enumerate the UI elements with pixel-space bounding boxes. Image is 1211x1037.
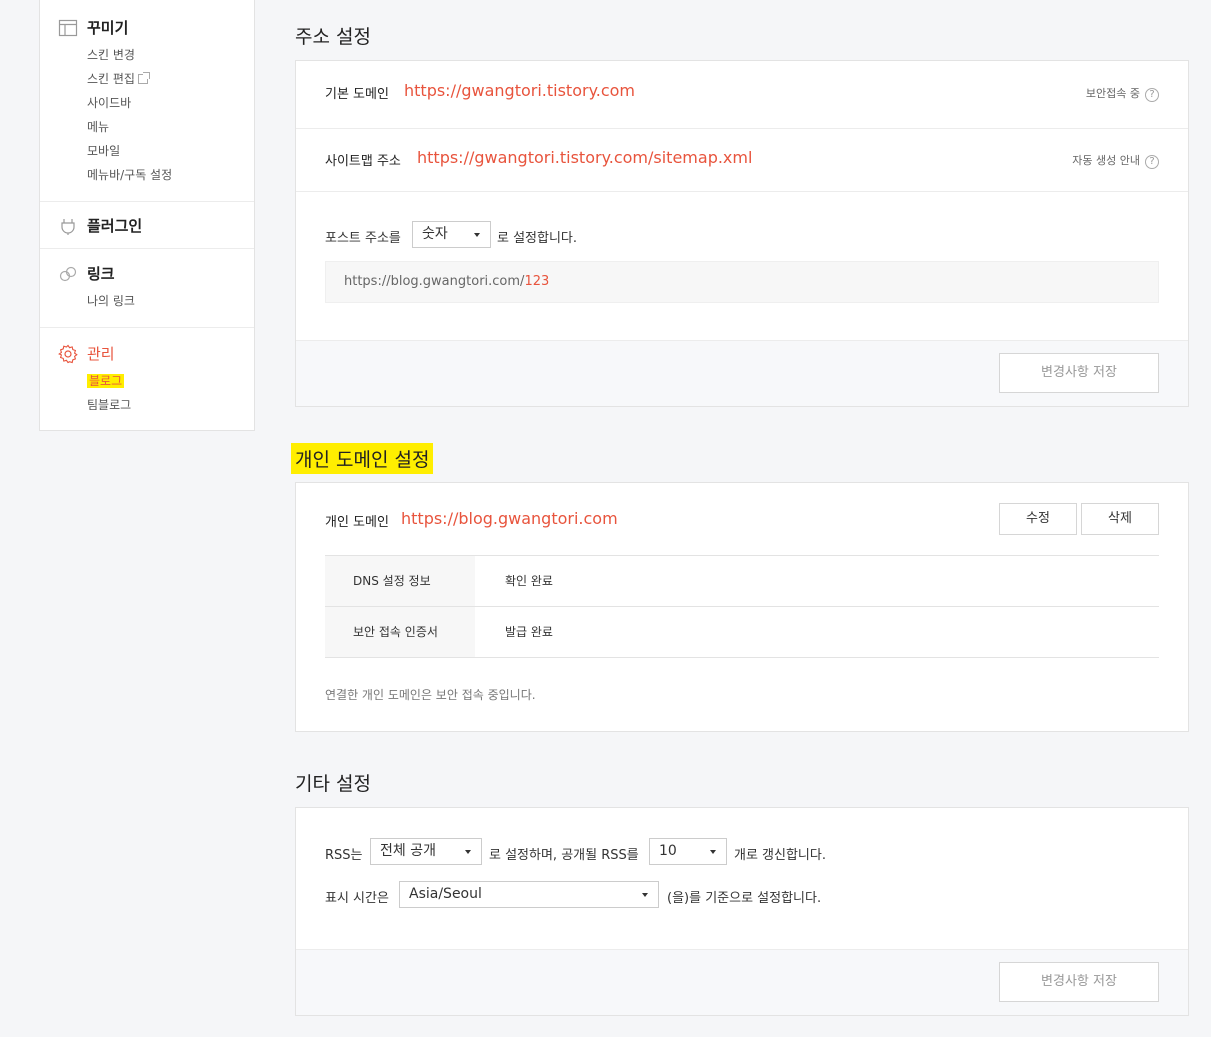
chevron-down-icon <box>474 233 480 237</box>
sidebar-item-menu[interactable]: 메뉴 <box>87 115 254 139</box>
sidebar-item-label: 스킨 편집 <box>87 72 135 86</box>
default-domain-url[interactable]: https://gwangtori.tistory.com <box>404 81 635 100</box>
chevron-down-icon <box>465 850 471 854</box>
sidebar-group-decorate: 꾸미기 스킨 변경 스킨 편집 사이드바 메뉴 모바일 메뉴바/구독 설정 <box>40 0 254 202</box>
etc-save-button[interactable]: 변경사항 저장 <box>999 962 1159 1002</box>
sidebar-item-blog[interactable]: 블로그 <box>87 369 254 393</box>
sitemap-label: 사이트맵 주소 <box>325 154 401 169</box>
rss-visibility-select[interactable]: 전체 공개 <box>370 838 482 865</box>
link-icon <box>59 266 77 282</box>
question-icon: ? <box>1145 88 1159 102</box>
etc-panel: RSS는 전체 공개 로 설정하며, 공개될 RSS를 10 개로 갱신합니다.… <box>295 807 1189 1016</box>
sidebar-item-label: 블로그 <box>87 374 125 388</box>
edit-button[interactable]: 수정 <box>999 503 1077 535</box>
custom-domain-panel: 개인 도메인 https://blog.gwangtori.com 수정 삭제 … <box>295 482 1189 732</box>
post-address-select-value: 숫자 <box>422 226 448 242</box>
sidebar-title-link[interactable]: 링크 <box>87 263 254 285</box>
table-row: 보안 접속 인증서 발급 완료 <box>325 607 1159 658</box>
sidebar-group-plugin: 플러그인 <box>40 202 254 249</box>
sidebar-title-plugin[interactable]: 플러그인 <box>87 215 254 237</box>
sidebar: 꾸미기 스킨 변경 스킨 편집 사이드바 메뉴 모바일 메뉴바/구독 설정 플러… <box>39 0 255 431</box>
default-domain-row: 기본 도메인 https://gwangtori.tistory.com 보안접… <box>296 61 1188 129</box>
delete-button[interactable]: 삭제 <box>1081 503 1159 535</box>
table-row: DNS 설정 정보 확인 완료 <box>325 556 1159 607</box>
sitemap-row: 사이트맵 주소 https://gwangtori.tistory.com/si… <box>296 129 1188 192</box>
custom-domain-note: 연결한 개인 도메인은 보안 접속 중입니다. <box>325 688 536 702</box>
sidebar-item-skin-change[interactable]: 스킨 변경 <box>87 43 254 67</box>
sitemap-help-label: 자동 생성 안내 <box>1072 154 1140 167</box>
post-address-select[interactable]: 숫자 <box>412 221 491 248</box>
sidebar-item-my-link[interactable]: 나의 링크 <box>87 289 254 313</box>
post-address-preview: https://blog.gwangtori.com/123 <box>325 261 1159 303</box>
section-title-etc: 기타 설정 <box>295 773 371 795</box>
rss-count-value: 10 <box>659 843 677 859</box>
rss-visibility-value: 전체 공개 <box>380 843 436 859</box>
sidebar-title-decorate[interactable]: 꾸미기 <box>87 17 254 39</box>
custom-domain-url[interactable]: https://blog.gwangtori.com <box>401 509 618 528</box>
post-address-suffix: 로 설정합니다. <box>497 231 578 246</box>
gear-icon <box>58 344 78 364</box>
address-save-button[interactable]: 변경사항 저장 <box>999 353 1159 393</box>
sidebar-item-menubar[interactable]: 메뉴바/구독 설정 <box>87 163 254 187</box>
plug-icon <box>61 219 75 235</box>
chevron-down-icon <box>710 850 716 854</box>
sidebar-group-link: 링크 나의 링크 <box>40 249 254 328</box>
cert-value: 발급 완료 <box>505 625 553 639</box>
rss-mid: 로 설정하며, 공개될 RSS를 <box>489 848 639 863</box>
timezone-suffix: (을)를 기준으로 설정합니다. <box>667 891 822 906</box>
custom-domain-label: 개인 도메인 <box>325 515 389 530</box>
rss-suffix: 개로 갱신합니다. <box>734 848 826 863</box>
dns-value: 확인 완료 <box>505 574 553 588</box>
domain-info-table: DNS 설정 정보 확인 완료 보안 접속 인증서 발급 완료 <box>325 555 1159 658</box>
question-icon: ? <box>1145 155 1159 169</box>
secure-help[interactable]: 보안접속 중? <box>1086 85 1159 102</box>
sidebar-item-sidebar[interactable]: 사이드바 <box>87 91 254 115</box>
sidebar-item-teamblog[interactable]: 팀블로그 <box>87 393 254 417</box>
section-title-custom-domain: 개인 도메인 설정 <box>291 443 434 474</box>
external-link-icon <box>137 72 150 84</box>
timezone-select[interactable]: Asia/Seoul <box>399 881 659 908</box>
etc-footer: 변경사항 저장 <box>296 949 1188 1015</box>
address-footer: 변경사항 저장 <box>296 340 1188 406</box>
sidebar-group-manage: 관리 블로그 팀블로그 <box>40 328 254 431</box>
preview-base: https://blog.gwangtori.com/ <box>344 274 525 289</box>
chevron-down-icon <box>642 893 648 897</box>
address-panel: 기본 도메인 https://gwangtori.tistory.com 보안접… <box>295 60 1189 407</box>
sidebar-title-manage[interactable]: 관리 <box>87 343 254 365</box>
sitemap-help[interactable]: 자동 생성 안내? <box>1072 152 1159 169</box>
cert-key: 보안 접속 인증서 <box>325 607 475 657</box>
rss-count-select[interactable]: 10 <box>649 838 727 865</box>
sitemap-url[interactable]: https://gwangtori.tistory.com/sitemap.xm… <box>417 148 752 167</box>
section-title-address: 주소 설정 <box>295 26 371 48</box>
post-address-prefix: 포스트 주소를 <box>325 231 401 246</box>
default-domain-label: 기본 도메인 <box>325 87 389 102</box>
layout-icon <box>58 19 78 37</box>
sidebar-item-mobile[interactable]: 모바일 <box>87 139 254 163</box>
sidebar-item-skin-edit[interactable]: 스킨 편집 <box>87 67 254 91</box>
rss-prefix: RSS는 <box>325 848 363 863</box>
preview-number: 123 <box>524 274 550 289</box>
secure-help-label: 보안접속 중 <box>1085 87 1140 100</box>
dns-key: DNS 설정 정보 <box>325 556 475 606</box>
timezone-prefix: 표시 시간은 <box>325 891 389 906</box>
timezone-value: Asia/Seoul <box>409 886 482 902</box>
